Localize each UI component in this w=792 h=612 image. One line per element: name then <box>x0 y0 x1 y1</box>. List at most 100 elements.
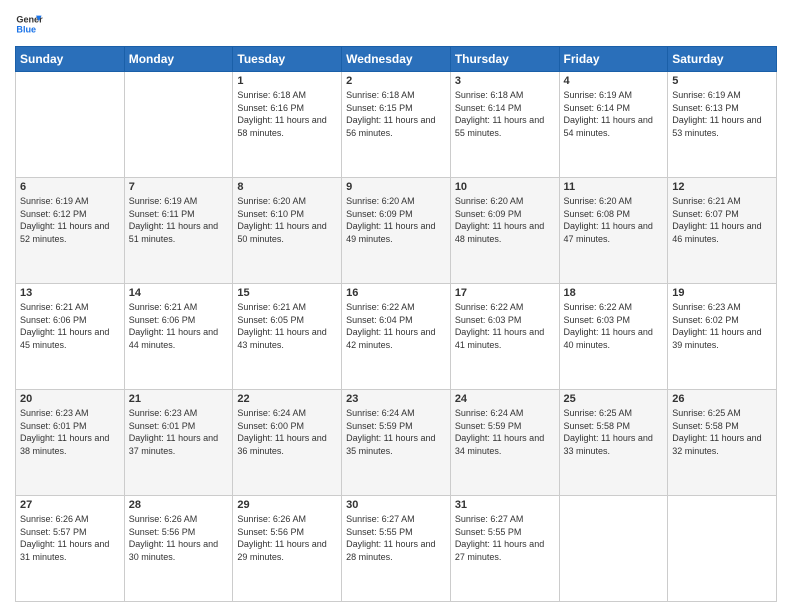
calendar-cell: 29 Sunrise: 6:26 AM Sunset: 5:56 PM Dayli… <box>233 496 342 602</box>
calendar-table: SundayMondayTuesdayWednesdayThursdayFrid… <box>15 46 777 602</box>
day-number: 11 <box>564 181 664 193</box>
calendar-cell <box>16 72 125 178</box>
calendar-cell: 6 Sunrise: 6:19 AM Sunset: 6:12 PM Daylig… <box>16 178 125 284</box>
calendar-cell: 23Sunrise: 6:24 AM Sunset: 5:59 PM Dayli… <box>342 390 451 496</box>
day-number: 2 <box>346 75 446 87</box>
day-number: 22 <box>237 393 337 405</box>
svg-text:Blue: Blue <box>16 24 36 34</box>
cell-info: Sunrise: 6:24 AM Sunset: 5:59 PM Dayligh… <box>455 407 555 457</box>
calendar-cell: 25 Sunrise: 6:25 AM Sunset: 5:58 PM Dayli… <box>559 390 668 496</box>
calendar-cell: 13Sunrise: 6:21 AM Sunset: 6:06 PM Dayli… <box>16 284 125 390</box>
calendar-week-row: 13Sunrise: 6:21 AM Sunset: 6:06 PM Dayli… <box>16 284 777 390</box>
cell-info: Sunrise: 6:19 AM Sunset: 6:11 PM Dayligh… <box>129 195 229 245</box>
day-header-wednesday: Wednesday <box>342 47 451 72</box>
calendar-cell: 20 Sunrise: 6:23 AM Sunset: 6:01 PM Dayli… <box>16 390 125 496</box>
cell-info: Sunrise: 6:26 AM Sunset: 5:56 PM Dayligh… <box>237 513 337 563</box>
cell-info: Sunrise: 6:24 AM Sunset: 6:00 PM Dayligh… <box>237 407 337 457</box>
calendar-cell: 12 Sunrise: 6:21 AM Sunset: 6:07 PM Dayli… <box>668 178 777 284</box>
calendar-cell <box>668 496 777 602</box>
day-number: 10 <box>455 181 555 193</box>
calendar-cell: 21 Sunrise: 6:23 AM Sunset: 6:01 PM Dayli… <box>124 390 233 496</box>
day-number: 19 <box>672 287 772 299</box>
calendar-cell: 5Sunrise: 6:19 AM Sunset: 6:13 PM Daylig… <box>668 72 777 178</box>
calendar-cell: 17Sunrise: 6:22 AM Sunset: 6:03 PM Dayli… <box>450 284 559 390</box>
cell-info: Sunrise: 6:23 AM Sunset: 6:01 PM Dayligh… <box>20 407 120 457</box>
cell-info: Sunrise: 6:22 AM Sunset: 6:04 PM Dayligh… <box>346 301 446 351</box>
cell-info: Sunrise: 6:21 AM Sunset: 6:06 PM Dayligh… <box>129 301 229 351</box>
calendar-cell: 30 Sunrise: 6:27 AM Sunset: 5:55 PM Dayli… <box>342 496 451 602</box>
day-number: 12 <box>672 181 772 193</box>
day-number: 8 <box>237 181 337 193</box>
cell-info: Sunrise: 6:18 AM Sunset: 6:15 PM Dayligh… <box>346 89 446 139</box>
cell-info: Sunrise: 6:20 AM Sunset: 6:09 PM Dayligh… <box>346 195 446 245</box>
calendar-cell: 2 Sunrise: 6:18 AM Sunset: 6:15 PM Daylig… <box>342 72 451 178</box>
cell-info: Sunrise: 6:20 AM Sunset: 6:10 PM Dayligh… <box>237 195 337 245</box>
day-number: 28 <box>129 499 229 511</box>
day-header-tuesday: Tuesday <box>233 47 342 72</box>
calendar-cell <box>559 496 668 602</box>
day-header-sunday: Sunday <box>16 47 125 72</box>
day-number: 9 <box>346 181 446 193</box>
day-number: 21 <box>129 393 229 405</box>
cell-info: Sunrise: 6:25 AM Sunset: 5:58 PM Dayligh… <box>672 407 772 457</box>
day-number: 14 <box>129 287 229 299</box>
calendar-cell <box>124 72 233 178</box>
day-number: 20 <box>20 393 120 405</box>
calendar-cell: 8 Sunrise: 6:20 AM Sunset: 6:10 PM Daylig… <box>233 178 342 284</box>
day-header-monday: Monday <box>124 47 233 72</box>
calendar-cell: 26 Sunrise: 6:25 AM Sunset: 5:58 PM Dayli… <box>668 390 777 496</box>
day-number: 15 <box>237 287 337 299</box>
day-number: 27 <box>20 499 120 511</box>
calendar-cell: 1 Sunrise: 6:18 AM Sunset: 6:16 PM Daylig… <box>233 72 342 178</box>
cell-info: Sunrise: 6:20 AM Sunset: 6:08 PM Dayligh… <box>564 195 664 245</box>
day-number: 26 <box>672 393 772 405</box>
logo-icon: General Blue <box>15 10 43 38</box>
calendar-week-row: 6 Sunrise: 6:19 AM Sunset: 6:12 PM Daylig… <box>16 178 777 284</box>
cell-info: Sunrise: 6:21 AM Sunset: 6:07 PM Dayligh… <box>672 195 772 245</box>
day-number: 31 <box>455 499 555 511</box>
day-number: 6 <box>20 181 120 193</box>
calendar-cell: 16 Sunrise: 6:22 AM Sunset: 6:04 PM Dayli… <box>342 284 451 390</box>
header: General Blue <box>15 10 777 38</box>
cell-info: Sunrise: 6:25 AM Sunset: 5:58 PM Dayligh… <box>564 407 664 457</box>
calendar-cell: 9 Sunrise: 6:20 AM Sunset: 6:09 PM Daylig… <box>342 178 451 284</box>
calendar-cell: 24Sunrise: 6:24 AM Sunset: 5:59 PM Dayli… <box>450 390 559 496</box>
cell-info: Sunrise: 6:22 AM Sunset: 6:03 PM Dayligh… <box>564 301 664 351</box>
day-number: 4 <box>564 75 664 87</box>
day-number: 25 <box>564 393 664 405</box>
cell-info: Sunrise: 6:20 AM Sunset: 6:09 PM Dayligh… <box>455 195 555 245</box>
calendar-cell: 3 Sunrise: 6:18 AM Sunset: 6:14 PM Daylig… <box>450 72 559 178</box>
calendar-week-row: 27 Sunrise: 6:26 AM Sunset: 5:57 PM Dayli… <box>16 496 777 602</box>
calendar-cell: 14 Sunrise: 6:21 AM Sunset: 6:06 PM Dayli… <box>124 284 233 390</box>
day-number: 5 <box>672 75 772 87</box>
cell-info: Sunrise: 6:23 AM Sunset: 6:01 PM Dayligh… <box>129 407 229 457</box>
day-number: 29 <box>237 499 337 511</box>
day-number: 30 <box>346 499 446 511</box>
cell-info: Sunrise: 6:27 AM Sunset: 5:55 PM Dayligh… <box>346 513 446 563</box>
cell-info: Sunrise: 6:21 AM Sunset: 6:05 PM Dayligh… <box>237 301 337 351</box>
cell-info: Sunrise: 6:24 AM Sunset: 5:59 PM Dayligh… <box>346 407 446 457</box>
calendar-cell: 31Sunrise: 6:27 AM Sunset: 5:55 PM Dayli… <box>450 496 559 602</box>
day-number: 1 <box>237 75 337 87</box>
cell-info: Sunrise: 6:18 AM Sunset: 6:16 PM Dayligh… <box>237 89 337 139</box>
day-header-friday: Friday <box>559 47 668 72</box>
calendar-cell: 18Sunrise: 6:22 AM Sunset: 6:03 PM Dayli… <box>559 284 668 390</box>
calendar-cell: 15 Sunrise: 6:21 AM Sunset: 6:05 PM Dayli… <box>233 284 342 390</box>
cell-info: Sunrise: 6:19 AM Sunset: 6:12 PM Dayligh… <box>20 195 120 245</box>
day-number: 16 <box>346 287 446 299</box>
calendar-cell: 27 Sunrise: 6:26 AM Sunset: 5:57 PM Dayli… <box>16 496 125 602</box>
cell-info: Sunrise: 6:18 AM Sunset: 6:14 PM Dayligh… <box>455 89 555 139</box>
calendar-week-row: 1 Sunrise: 6:18 AM Sunset: 6:16 PM Daylig… <box>16 72 777 178</box>
day-number: 7 <box>129 181 229 193</box>
day-header-thursday: Thursday <box>450 47 559 72</box>
calendar-cell: 22 Sunrise: 6:24 AM Sunset: 6:00 PM Dayli… <box>233 390 342 496</box>
cell-info: Sunrise: 6:26 AM Sunset: 5:56 PM Dayligh… <box>129 513 229 563</box>
calendar-cell: 11 Sunrise: 6:20 AM Sunset: 6:08 PM Dayli… <box>559 178 668 284</box>
cell-info: Sunrise: 6:23 AM Sunset: 6:02 PM Dayligh… <box>672 301 772 351</box>
calendar-cell: 10 Sunrise: 6:20 AM Sunset: 6:09 PM Dayli… <box>450 178 559 284</box>
cell-info: Sunrise: 6:26 AM Sunset: 5:57 PM Dayligh… <box>20 513 120 563</box>
calendar-week-row: 20 Sunrise: 6:23 AM Sunset: 6:01 PM Dayli… <box>16 390 777 496</box>
day-number: 3 <box>455 75 555 87</box>
calendar-cell: 28 Sunrise: 6:26 AM Sunset: 5:56 PM Dayli… <box>124 496 233 602</box>
calendar-cell: 7 Sunrise: 6:19 AM Sunset: 6:11 PM Daylig… <box>124 178 233 284</box>
